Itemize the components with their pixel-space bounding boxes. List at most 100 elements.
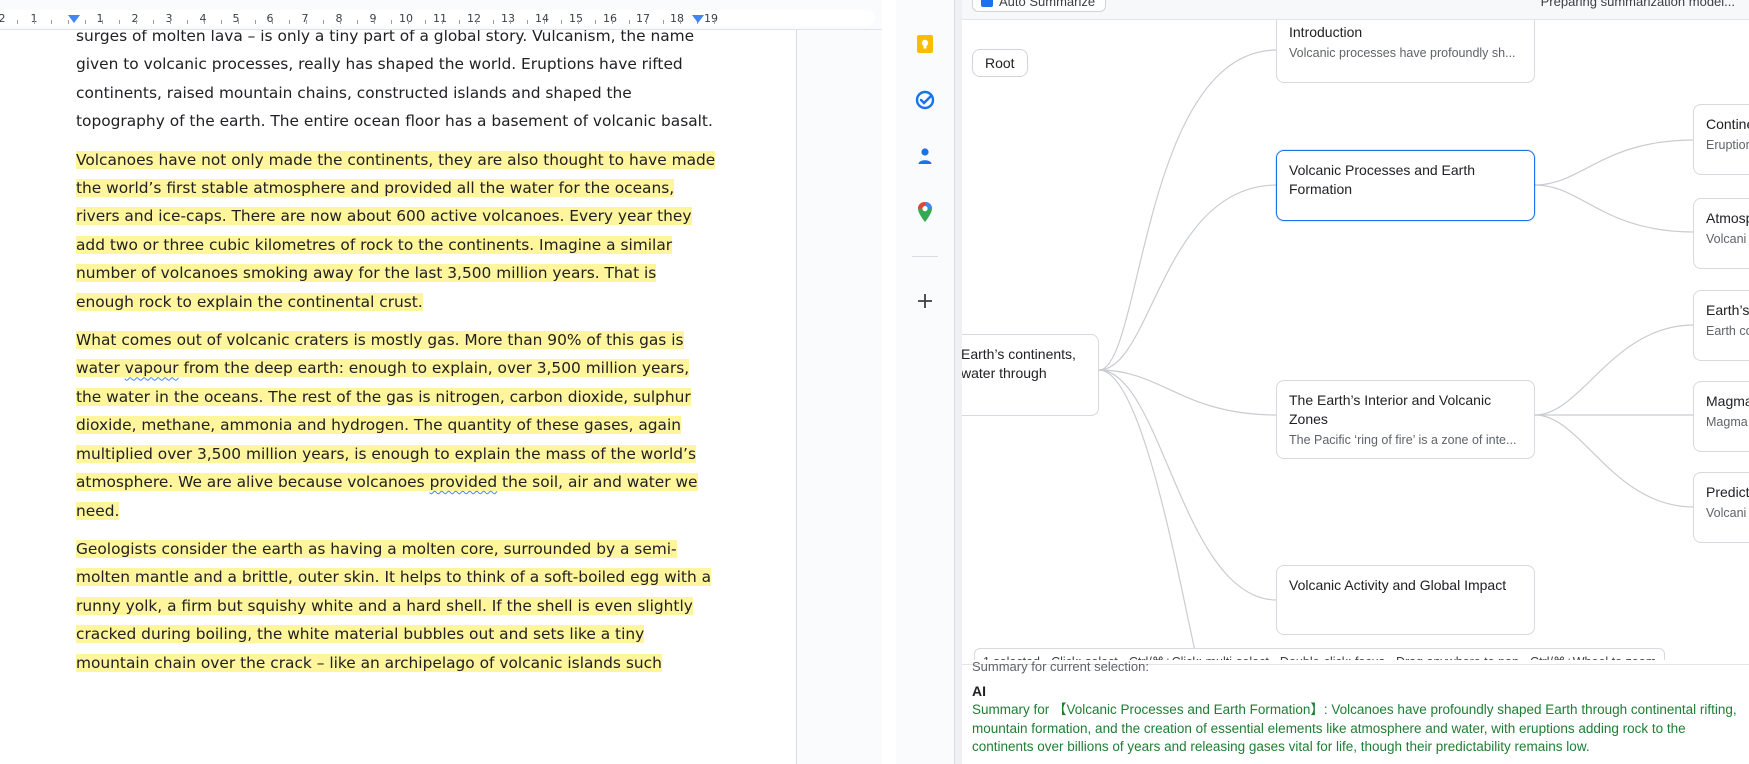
ruler-number: 2 [131,12,139,25]
node-introduction[interactable]: Introduction Volcanic processes have pro… [1276,20,1535,83]
ruler-tick [544,20,545,24]
document-pane: 2 1 1 2 3 4 5 6 7 8 9 10 11 12 13 14 15 16 17 18 19 surges o… [0,0,882,764]
mindmap-canvas[interactable]: Root Earth’s continents, water through I… [962,20,1749,660]
keep-icon[interactable] [913,32,937,56]
ruler-number: 14 [535,12,549,25]
ruler-number: 9 [369,12,377,25]
ruler-number: 16 [603,12,617,25]
spelling-suggestion-word[interactable]: vapour [125,359,179,377]
node-title: The Earth’s Interior and Volcanic Zones [1289,392,1492,427]
ruler-number: 13 [501,12,515,25]
ruler-number: 18 [670,12,684,25]
node-magma[interactable]: Magma Magma [1693,381,1749,452]
ruler-number: 19 [704,12,718,25]
mindmap-pane: Auto Summarize Preparing summarization m… [962,0,1749,764]
connector [1098,369,1278,601]
ruler-tick [578,20,579,24]
connector [1534,139,1695,186]
connector [1534,184,1695,233]
summary-heading: Summary for current selection: [972,659,1150,674]
root-button[interactable]: Root [972,49,1028,77]
paragraph-highlighted[interactable]: Geologists consider the earth as having … [76,535,716,677]
add-icon[interactable] [913,289,937,313]
node-prediction[interactable]: Predict Volcani [1693,472,1749,543]
ruler-number: 10 [399,12,413,25]
node-summary: Volcani [1706,506,1747,520]
ruler-tick [255,20,256,24]
ruler-tick [204,20,205,24]
node-text: water through [962,365,1047,381]
connector [1534,324,1695,416]
ruler-tick [34,20,35,24]
node-summary: Magma [1706,415,1748,429]
document-page[interactable]: surges of molten lava – is only a tiny p… [0,30,797,764]
node-summary: The Pacific ‘ring of fire’ is a zone of … [1289,433,1517,447]
paragraph-highlighted[interactable]: Volcanoes have not only made the contine… [76,146,716,316]
node-title: Contine [1706,116,1749,132]
ruler-number: 8 [335,12,343,25]
ruler-tick [425,20,426,24]
tasks-icon[interactable] [913,88,937,112]
ruler-tick [714,20,715,24]
ruler-number: 3 [165,12,173,25]
ruler-tick [272,20,273,24]
ruler-tick [85,20,86,24]
node-earth-interior[interactable]: The Earth’s Interior and Volcanic Zones … [1276,380,1535,459]
ruler-tick [221,20,222,24]
text-run: from the deep earth: enough to explain, … [76,359,696,492]
paragraph[interactable]: surges of molten lava – is only a tiny p… [76,30,716,136]
connector [1098,184,1278,371]
auto-summarize-toggle[interactable]: Auto Summarize [972,0,1107,12]
node-summary: Earth co [1706,324,1749,338]
node-title: Predict [1706,484,1749,500]
ruler-tick [561,20,562,24]
node-earths-structure[interactable]: Earth’s Earth co [1693,290,1749,361]
document-body[interactable]: surges of molten lava – is only a tiny p… [76,30,716,687]
ruler-tick [51,20,52,24]
ai-summary-text: Summary for 【Volcanic Processes and Eart… [972,702,1737,754]
contacts-icon[interactable] [913,144,937,168]
horizontal-ruler[interactable]: 2 1 1 2 3 4 5 6 7 8 9 10 11 12 13 14 15 16 17 18 19 [0,0,882,30]
ruler-tick [510,20,511,24]
ruler-tick [323,20,324,24]
app-window: 2 1 1 2 3 4 5 6 7 8 9 10 11 12 13 14 15 16 17 18 19 surges o… [0,0,1749,764]
node-title: Introduction [1289,24,1363,40]
maps-icon[interactable] [913,200,937,224]
ai-label: AI [972,683,986,699]
pane-divider[interactable] [954,0,962,764]
ruler-tick [340,20,341,24]
ruler-tick [170,20,171,24]
highlighted-text: Volcanoes have not only made the contine… [76,150,716,311]
left-indent-marker[interactable] [68,15,80,23]
node-continents[interactable]: Contine Eruption [1693,104,1749,175]
node-atmosphere[interactable]: Atmosp Volcani [1693,198,1749,269]
node-title: Atmosp [1706,210,1749,226]
root-node[interactable]: Earth’s continents, water through [962,334,1099,416]
paragraph-highlighted[interactable]: What comes out of volcanic craters is mo… [76,326,716,525]
ruler-tick [17,20,18,24]
highlighted-text: Geologists consider the earth as having … [76,539,712,672]
ruler-number: 11 [433,12,447,25]
ruler-tick [442,20,443,24]
ruler-tick [663,20,664,24]
ruler-number: 7 [301,12,309,25]
rail-divider [912,256,938,257]
ruler-tick [459,20,460,24]
ruler-number: 15 [569,12,583,25]
node-summary: Volcani [1706,232,1747,246]
spelling-suggestion-word[interactable]: provided [430,473,498,491]
ruler-tick [102,20,103,24]
node-global-impact[interactable]: Volcanic Activity and Global Impact [1276,565,1535,635]
node-volcanic-processes[interactable]: Volcanic Processes and Earth Formation [1276,150,1535,221]
ruler-tick [408,20,409,24]
ruler-number: 4 [199,12,207,25]
ruler-number: 12 [467,12,481,25]
ruler-tick [476,20,477,24]
connector [1098,369,1278,416]
ruler-tick [306,20,307,24]
ruler-tick [527,20,528,24]
right-indent-marker[interactable] [692,15,704,23]
node-text: Earth’s continents, [962,346,1076,362]
node-title: Volcanic Activity and Global Impact [1289,577,1507,593]
ruler-tick [680,20,681,24]
